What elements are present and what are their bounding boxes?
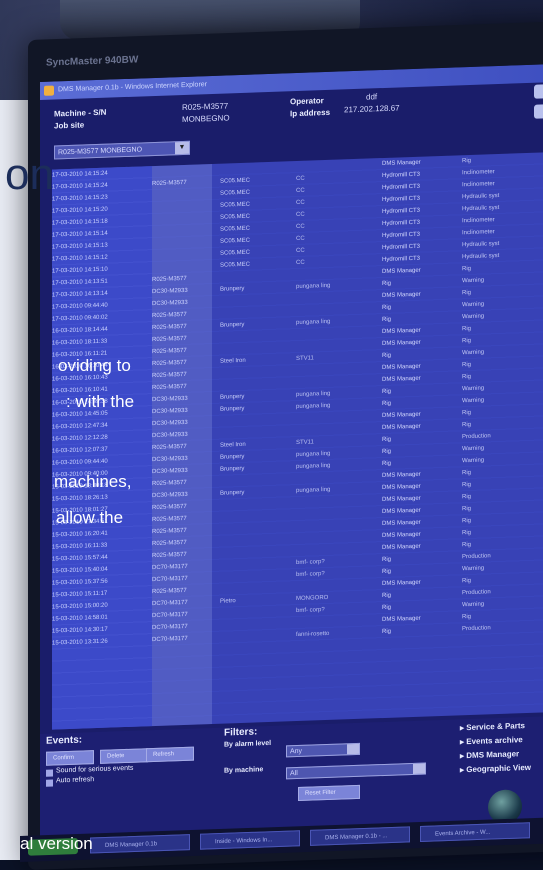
taskbar-item[interactable]: DMS Manager 0.1b - ... xyxy=(310,826,410,846)
taskbar-item[interactable]: DMS Manager 0.1b xyxy=(90,834,190,854)
browser-screen: DMS Manager 0.1b - Windows Internet Expl… xyxy=(40,63,543,853)
page-text-line: : with the xyxy=(66,392,135,411)
link-geographic-view[interactable]: ▸ Geographic View xyxy=(460,763,531,774)
delete-label: Delete xyxy=(107,753,125,760)
refresh-button[interactable]: Refresh xyxy=(146,746,194,763)
table-cell-type: Production xyxy=(462,625,491,633)
table-cell-src: Rig xyxy=(382,628,392,636)
taskbar-label: Inside - Windows In... xyxy=(215,837,273,846)
operator-label: Operator xyxy=(290,96,324,107)
autorefresh-label: Auto refresh xyxy=(56,776,95,785)
link-label: DMS Manager xyxy=(466,749,520,761)
confirm-button[interactable]: Confirm xyxy=(46,750,94,766)
header-button-2[interactable] xyxy=(534,103,543,119)
events-title: Events: xyxy=(46,734,83,747)
job-value: MONBEGNO xyxy=(182,113,230,125)
page-text-line: machines, xyxy=(54,472,132,491)
ie-icon xyxy=(44,85,54,96)
autorefresh-checkbox[interactable] xyxy=(46,779,53,787)
taskbar-label: DMS Manager 0.1b xyxy=(105,841,158,850)
page-heading-fragment: on xyxy=(5,150,54,199)
machine-filter-label: By machine xyxy=(224,766,264,775)
taskbar-item[interactable]: Inside - Windows In... xyxy=(200,830,300,850)
link-events-archive[interactable]: ▸ Events archive xyxy=(460,735,523,746)
delete-button[interactable]: Delete xyxy=(100,748,148,764)
confirm-label: Confirm xyxy=(53,754,75,762)
machine-label: Machine - S/N xyxy=(54,107,107,119)
machine-select-value: R025-M3577 MONBEGNO xyxy=(58,146,143,157)
alarm-level-select[interactable]: Any xyxy=(286,742,360,758)
sound-checkbox[interactable] xyxy=(46,769,53,777)
window-title: DMS Manager 0.1b - Windows Internet Expl… xyxy=(58,81,208,94)
reset-filter-button[interactable]: Reset Filter xyxy=(298,784,360,801)
ip-value: 217.202.128.67 xyxy=(344,103,400,115)
link-label: Geographic View xyxy=(466,762,532,775)
table-cell-id: DC70-M3177 xyxy=(152,635,188,644)
alarm-level-label: By alarm level xyxy=(224,739,272,749)
table-cell-model: fanni-rosetto xyxy=(296,630,330,639)
refresh-label: Refresh xyxy=(153,751,175,759)
job-label: Job site xyxy=(54,120,85,131)
taskbar-item[interactable]: Events Archive - W... xyxy=(420,822,530,843)
reset-filter-label: Reset Filter xyxy=(305,789,336,797)
taskbar-label: Events Archive - W... xyxy=(435,829,491,838)
table-cell-model xyxy=(296,158,376,161)
filters-title: Filters: xyxy=(224,726,258,739)
machine-filter-value: All xyxy=(290,769,298,778)
chevron-down-icon xyxy=(347,743,359,755)
events-table: 17-03-2010 14:15:24 DMS Manager Rig 17-03-2… xyxy=(52,151,543,730)
page-text-line: al version xyxy=(20,834,93,853)
alarm-level-value: Any xyxy=(290,747,303,756)
chevron-down-icon: ▼ xyxy=(175,141,189,155)
page-text-line: allow the xyxy=(56,508,124,527)
sound-label: Sound for serious events xyxy=(56,764,134,775)
taskbar-label: DMS Manager 0.1b - ... xyxy=(325,833,388,842)
machine-value: R025-M3577 xyxy=(182,101,229,113)
link-label: Service & Parts xyxy=(466,721,525,733)
header-button-1[interactable] xyxy=(534,83,543,99)
link-service-parts[interactable]: ▸ Service & Parts xyxy=(460,721,525,732)
ip-label: Ip address xyxy=(290,107,331,119)
link-dms-manager[interactable]: ▸ DMS Manager xyxy=(460,749,519,760)
operator-value: ddf xyxy=(366,92,378,102)
chevron-down-icon xyxy=(413,763,425,774)
link-label: Events archive xyxy=(466,735,523,747)
page-text-line: oviding to xyxy=(58,356,131,375)
table-cell-id xyxy=(152,164,212,166)
machine-filter-select[interactable]: All xyxy=(286,762,426,780)
table-cell-state xyxy=(220,161,286,163)
